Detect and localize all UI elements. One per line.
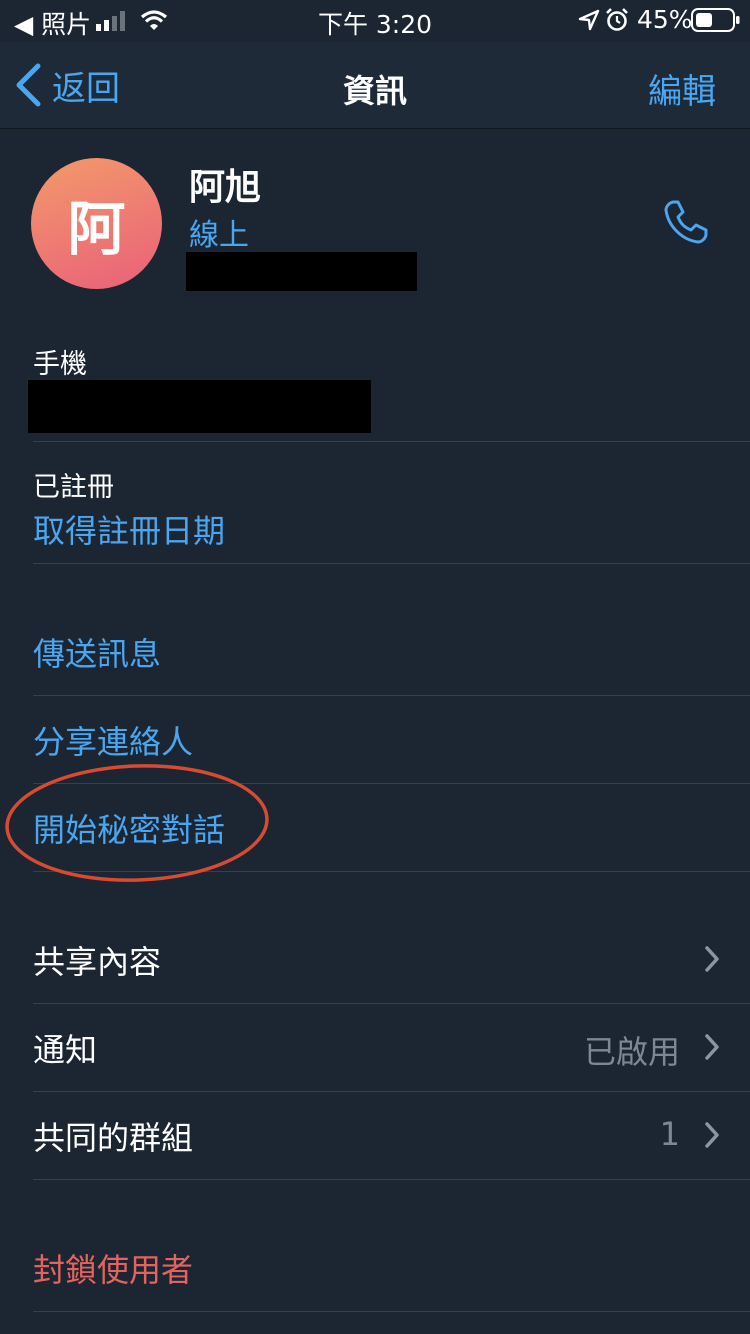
redacted-phone-number[interactable] [28,380,371,433]
divider [33,563,750,564]
common-groups-row[interactable]: 共同的群組 1 [0,1091,750,1179]
annotation-circle [5,764,269,882]
phone-label: 手機 [33,349,87,380]
shared-content-label: 共享內容 [33,943,162,981]
chevron-right-icon [705,1034,719,1060]
status-bar: ◀ 照片 下午 3:20 45% [0,0,750,42]
get-registration-date-link[interactable]: 取得註冊日期 [33,506,225,552]
redacted-username [186,252,417,291]
page-title: 資訊 [342,72,407,110]
registered-label: 已註冊 [33,472,114,503]
block-user-button[interactable]: 封鎖使用者 [33,1245,193,1291]
chevron-right-icon [705,946,719,972]
common-groups-count: 1 [659,1115,680,1153]
divider [33,441,750,442]
divider [33,1179,750,1180]
send-message-button[interactable]: 傳送訊息 [33,629,161,675]
avatar-initial: 阿 [67,194,126,263]
phone-icon[interactable] [660,196,712,248]
block-user-row[interactable]: 封鎖使用者 [0,1223,750,1311]
navigation-bar: 返回 資訊 編輯 [0,42,750,129]
shared-content-row[interactable]: 共享內容 [0,915,750,1003]
avatar[interactable]: 阿 [31,158,162,289]
notifications-value: 已啟用 [583,1033,680,1071]
notifications-label: 通知 [33,1031,98,1069]
battery-icon [691,8,740,32]
contact-name: 阿旭 [189,167,262,208]
location-icon [578,9,600,31]
common-groups-label: 共同的群組 [33,1119,194,1157]
notifications-row[interactable]: 通知 已啟用 [0,1003,750,1091]
chevron-right-icon [705,1122,719,1148]
share-contact-button[interactable]: 分享連絡人 [33,717,193,763]
online-status: 線上 [189,218,249,253]
alarm-icon [606,8,628,31]
battery-percent: 45% [637,5,693,34]
divider [33,1311,750,1312]
edit-button[interactable]: 編輯 [648,64,716,113]
send-message-row[interactable]: 傳送訊息 [0,607,750,695]
